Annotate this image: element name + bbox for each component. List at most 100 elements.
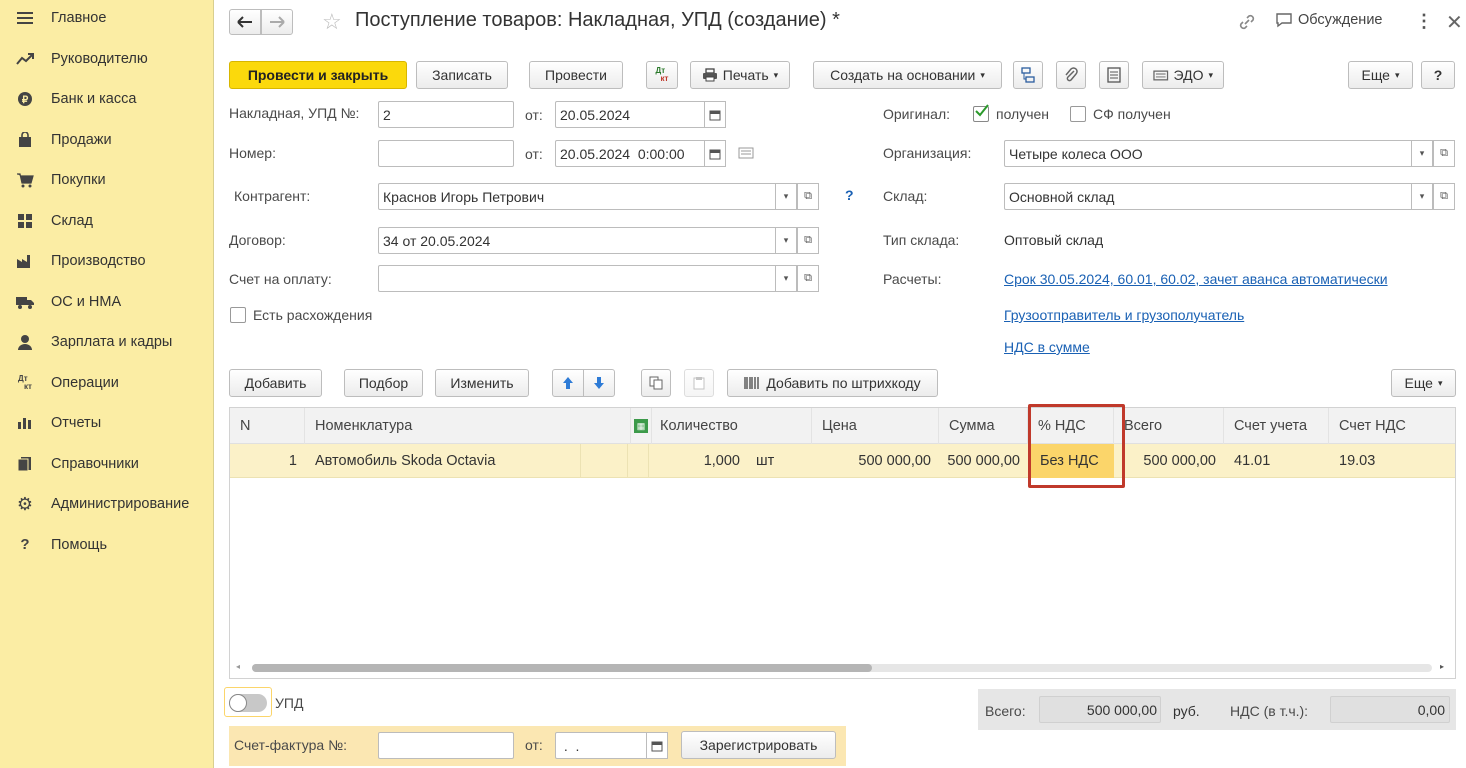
- more-label: Еще: [1361, 67, 1390, 83]
- print-button[interactable]: Печать ▾: [690, 61, 790, 89]
- counterparty-label: Контрагент:: [234, 188, 311, 204]
- dt-kt-button[interactable]: Дт кт: [646, 61, 678, 89]
- edit-row-button[interactable]: Изменить: [435, 369, 529, 397]
- sf-number-field[interactable]: [378, 732, 514, 759]
- dropdown-button[interactable]: ▾: [1411, 140, 1433, 167]
- number-date-label: от:: [525, 146, 543, 162]
- column-header-total[interactable]: Всего: [1114, 408, 1224, 444]
- svg-text:₽: ₽: [22, 95, 29, 106]
- sidebar-item-8[interactable]: ОС и НМА: [0, 284, 213, 320]
- post-and-close-button[interactable]: Провести и закрыть: [229, 61, 407, 89]
- bar-chart-icon: [15, 414, 35, 432]
- sidebar-item-14[interactable]: ? Помощь: [0, 527, 213, 563]
- link-icon[interactable]: [1237, 12, 1257, 32]
- forward-button[interactable]: [261, 9, 293, 35]
- column-header-account[interactable]: Счет учета: [1224, 408, 1329, 444]
- kebab-menu-icon[interactable]: ⋮: [1415, 11, 1433, 32]
- sidebar-item-11[interactable]: Отчеты: [0, 405, 213, 441]
- move-down-button[interactable]: [583, 369, 615, 397]
- table-more-button[interactable]: Еще ▾: [1391, 369, 1456, 397]
- add-row-button[interactable]: Добавить: [229, 369, 322, 397]
- sidebar-item-5[interactable]: Покупки: [0, 162, 213, 198]
- scroll-left-arrow[interactable]: ◂: [236, 662, 240, 671]
- back-button[interactable]: [229, 9, 261, 35]
- open-button[interactable]: ⧉: [1433, 140, 1455, 167]
- column-header-sum[interactable]: Сумма: [939, 408, 1028, 444]
- table-row[interactable]: 1 Автомобиль Skoda Octavia 1,000 шт 500 …: [230, 444, 1455, 478]
- column-header-item[interactable]: Номенклатура: [305, 408, 631, 444]
- close-icon[interactable]: ✕: [1446, 10, 1463, 35]
- dropdown-button[interactable]: ▾: [775, 227, 797, 254]
- counterparty-field[interactable]: Краснов Игорь Петрович ▾ ⧉: [378, 183, 819, 210]
- number-field[interactable]: [378, 140, 514, 167]
- favorite-star-icon[interactable]: ☆: [322, 9, 342, 35]
- register-button[interactable]: Зарегистрировать: [681, 731, 836, 759]
- column-header-vat-account[interactable]: Счет НДС: [1329, 408, 1455, 444]
- invoice-date-value: 20.05.2024: [560, 106, 631, 123]
- help-button[interactable]: ?: [1421, 61, 1455, 89]
- scroll-right-arrow[interactable]: ▸: [1440, 662, 1444, 671]
- sf-received-checkbox[interactable]: [1070, 106, 1086, 122]
- dropdown-button[interactable]: ▾: [775, 265, 797, 292]
- post-button[interactable]: Провести: [529, 61, 623, 89]
- warehouse-field[interactable]: Основной склад ▾ ⧉: [1004, 183, 1455, 210]
- open-form-icon: ⧉: [804, 234, 812, 246]
- payment-invoice-field[interactable]: ▾ ⧉: [378, 265, 819, 292]
- number-date-field[interactable]: 20.05.2024 0:00:00: [555, 140, 726, 167]
- chevron-down-icon: ▾: [1208, 69, 1213, 80]
- column-header-n[interactable]: N: [230, 408, 305, 444]
- help-question-icon[interactable]: ?: [845, 187, 854, 203]
- more-button[interactable]: Еще ▾: [1348, 61, 1413, 89]
- move-up-button[interactable]: [552, 369, 584, 397]
- dropdown-button[interactable]: ▾: [775, 183, 797, 210]
- discussion-button[interactable]: Обсуждение: [1275, 12, 1382, 28]
- add-by-barcode-button[interactable]: Добавить по штрихкоду: [727, 369, 938, 397]
- contract-field[interactable]: 34 от 20.05.2024 ▾ ⧉: [378, 227, 819, 254]
- structure-button[interactable]: [1013, 61, 1043, 89]
- calendar-button[interactable]: [704, 140, 726, 167]
- open-button[interactable]: ⧉: [1433, 183, 1455, 210]
- horizontal-scrollbar-thumb[interactable]: [252, 664, 872, 672]
- sidebar-item-12[interactable]: Справочники: [0, 446, 213, 482]
- sidebar-item-13[interactable]: ⚙ Администрирование: [0, 486, 213, 522]
- invoice-date-field[interactable]: 20.05.2024: [555, 101, 726, 128]
- attachment-button[interactable]: [1056, 61, 1086, 89]
- discrepancy-checkbox[interactable]: [230, 307, 246, 323]
- sf-date-field[interactable]: . .: [555, 732, 668, 759]
- original-received-checkbox[interactable]: [973, 104, 989, 122]
- edo-button[interactable]: ЭДО ▾: [1142, 61, 1224, 89]
- calendar-button[interactable]: [704, 101, 726, 128]
- upd-toggle[interactable]: [229, 694, 267, 712]
- column-header-quantity[interactable]: Количество: [652, 408, 812, 444]
- paste-button[interactable]: [684, 369, 714, 397]
- sidebar-item-9[interactable]: Зарплата и кадры: [0, 324, 213, 360]
- upd-toggle-wrapper[interactable]: [224, 687, 272, 717]
- sidebar-item-2[interactable]: Руководителю: [0, 41, 213, 77]
- chevron-down-icon: ▾: [1419, 191, 1425, 201]
- column-header-price[interactable]: Цена: [812, 408, 939, 444]
- create-based-on-button[interactable]: Создать на основании ▾: [813, 61, 1002, 89]
- open-button[interactable]: ⧉: [797, 227, 819, 254]
- dropdown-button[interactable]: ▾: [1411, 183, 1433, 210]
- sidebar-item-10[interactable]: Дт кт Операции: [0, 365, 213, 401]
- toggle-knob: [229, 694, 247, 712]
- settlements-link[interactable]: Срок 30.05.2024, 60.01, 60.02, зачет ава…: [1004, 271, 1388, 287]
- vat-in-amount-link[interactable]: НДС в сумме: [1004, 339, 1090, 355]
- copy-button[interactable]: [641, 369, 671, 397]
- comment-icon[interactable]: [738, 146, 754, 162]
- open-button[interactable]: ⧉: [797, 183, 819, 210]
- shipper-consignee-link[interactable]: Грузоотправитель и грузополучатель: [1004, 307, 1244, 323]
- sidebar-item-7[interactable]: Производство: [0, 243, 213, 279]
- save-button[interactable]: Записать: [416, 61, 508, 89]
- sidebar-item-6[interactable]: Склад: [0, 203, 213, 239]
- calendar-button[interactable]: [646, 732, 668, 759]
- pick-button[interactable]: Подбор: [344, 369, 423, 397]
- barcode-icon: [744, 377, 760, 389]
- sidebar-item-4[interactable]: Продажи: [0, 122, 213, 158]
- organization-field[interactable]: Четыре колеса ООО ▾ ⧉: [1004, 140, 1455, 167]
- journal-button[interactable]: [1099, 61, 1129, 89]
- sidebar-item-1[interactable]: Главное: [0, 0, 213, 36]
- open-button[interactable]: ⧉: [797, 265, 819, 292]
- sidebar-item-3[interactable]: ₽ Банк и касса: [0, 81, 213, 117]
- invoice-number-field[interactable]: 2: [378, 101, 514, 128]
